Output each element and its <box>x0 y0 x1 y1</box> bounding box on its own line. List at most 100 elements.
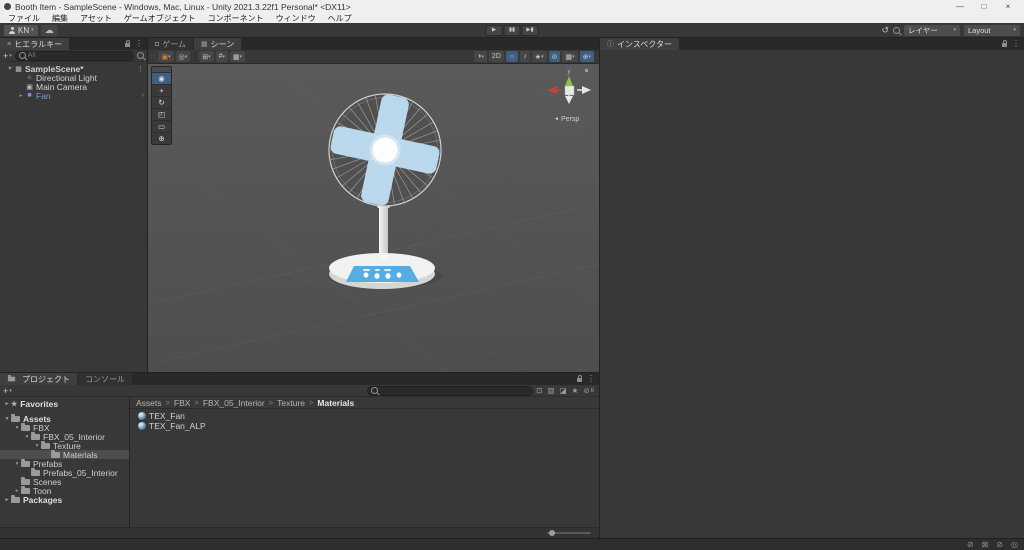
draw-mode-button[interactable]: ◑ ▾ <box>474 51 487 62</box>
folder-item-favorites[interactable]: ▸ ★ Favorites <box>0 399 129 409</box>
grid-visibility-button[interactable]: ▦ ▾ <box>562 51 578 62</box>
audio-toggle[interactable]: ♪ <box>520 51 530 62</box>
rect-tool[interactable]: ▭ <box>152 121 171 133</box>
expand-arrow-icon[interactable]: ▾ <box>13 425 21 431</box>
persp-label[interactable]: Persp <box>561 116 579 123</box>
expand-arrow-icon[interactable]: ▸ <box>3 497 11 503</box>
menu-item-m0[interactable]: ファイル <box>2 13 46 24</box>
folder-item-toon[interactable]: ▸ Toon <box>0 485 129 496</box>
undo-history-button[interactable]: ↺ <box>881 25 889 36</box>
expand-arrow-icon[interactable]: ▸ <box>3 401 11 407</box>
search-by-label-icon[interactable]: ◪ <box>560 386 567 395</box>
create-button[interactable]: + ▾ <box>3 386 12 396</box>
scene-viewport[interactable]: y x ◄ Persp ◉ + ↻ ◰ ▭ ⊕ <box>148 64 599 372</box>
menu-item-m1[interactable]: 編集 <box>46 13 74 24</box>
expand-arrow-icon[interactable]: ▼ <box>6 66 14 72</box>
hierarchy-search-field[interactable] <box>14 50 134 61</box>
account-button[interactable]: KN ▾ <box>4 24 38 36</box>
search-filter-icon[interactable] <box>137 52 144 59</box>
kebab-menu-icon[interactable]: ⋮ <box>587 375 595 383</box>
pause-button[interactable]: ▮▮ <box>503 24 521 36</box>
breadcrumb-item-fbx-05-interior[interactable]: FBX_05_Interior <box>203 398 265 408</box>
tab-game[interactable]: ◘ ゲーム <box>148 38 193 50</box>
background-tasks-icon[interactable]: ◎ <box>1011 540 1018 549</box>
lock-icon[interactable] <box>1002 40 1007 47</box>
console-message-icon[interactable]: ⊘ <box>967 540 974 549</box>
breadcrumb-item-texture[interactable]: Texture <box>277 398 305 408</box>
move-tool[interactable]: + <box>152 85 171 97</box>
layout-dropdown[interactable]: Layout ▾ <box>964 24 1020 36</box>
tab-project[interactable]: プロジェクト <box>0 373 77 385</box>
search-by-type-icon[interactable]: ⊡ <box>536 386 542 395</box>
layers-dropdown[interactable]: レイヤー ▾ <box>904 24 960 36</box>
expand-arrow-icon[interactable]: ▾ <box>23 434 31 440</box>
step-button[interactable]: ▶▮ <box>521 24 539 36</box>
hierarchy-item-main-camera[interactable]: ▣ Main Camera <box>0 82 147 92</box>
tab-scene[interactable]: ▦ シーン <box>194 38 242 50</box>
transform-tool[interactable]: ⊕ <box>152 133 171 144</box>
expand-arrow-icon[interactable]: ▸ <box>13 488 21 494</box>
folder-item-materials[interactable]: Materials <box>0 449 129 460</box>
search-icon[interactable] <box>893 26 900 34</box>
increment-snap-button[interactable]: # ▾ <box>215 51 229 62</box>
project-search-field[interactable] <box>367 385 534 396</box>
menu-item-m2[interactable]: アセット <box>74 13 118 24</box>
folder-item-scenes[interactable]: Scenes <box>0 476 129 487</box>
expand-arrow-icon[interactable]: ▾ <box>13 461 21 467</box>
lock-icon[interactable] <box>577 375 582 382</box>
zoom-slider[interactable] <box>547 530 591 536</box>
kebab-menu-icon[interactable]: ⋮ <box>137 65 144 73</box>
folder-item-assets[interactable]: ▾ Assets <box>0 413 129 424</box>
play-button[interactable]: ▶ <box>485 24 503 36</box>
folder-item-packages[interactable]: ▸ Packages <box>0 494 129 505</box>
tab-inspector[interactable]: ⓘ インスペクター <box>600 38 679 50</box>
tab-console[interactable]: コンソール <box>78 373 132 385</box>
hierarchy-item-fan[interactable]: ▸ ■ Fan › <box>0 91 147 101</box>
tool-settings-button[interactable]: ▣ ▾ <box>158 51 174 62</box>
expand-arrow-icon[interactable]: ▾ <box>3 416 11 422</box>
asset-item-tex-fan-alp[interactable]: TEX_Fan_ALP <box>130 421 599 431</box>
scale-tool[interactable]: ◰ <box>152 109 171 121</box>
lock-icon[interactable] <box>125 40 130 47</box>
breadcrumb-item-fbx[interactable]: FBX <box>174 398 191 408</box>
kebab-menu-icon[interactable]: ⋮ <box>1012 40 1020 48</box>
zoom-slider-knob[interactable] <box>549 530 555 536</box>
scene-visibility-toggle[interactable]: ⊘ <box>548 51 561 62</box>
breadcrumb-item-materials[interactable]: Materials <box>317 398 354 408</box>
view-tool[interactable]: ◉ <box>152 73 171 85</box>
expand-arrow-icon[interactable]: ▾ <box>33 443 41 449</box>
overlay-menu-icon[interactable] <box>585 69 588 72</box>
menu-item-m5[interactable]: ウィンドウ <box>270 13 322 24</box>
overlay-drag-handle[interactable]: ∷ <box>151 53 155 61</box>
kebab-menu-icon[interactable]: ⋮ <box>135 40 143 48</box>
expand-arrow-icon[interactable]: ▸ <box>17 93 25 99</box>
project-search-input[interactable] <box>380 387 530 394</box>
console-error-icon[interactable]: ⊘ <box>996 540 1003 549</box>
menu-item-m4[interactable]: コンポーネント <box>202 13 270 24</box>
gizmos-toggle[interactable]: ⊕ ▾ <box>579 51 594 62</box>
hierarchy-search-input[interactable] <box>27 52 130 59</box>
pivot-orientation-button[interactable]: ◎ ▾ <box>175 51 191 62</box>
lighting-toggle[interactable]: ☼ <box>505 51 519 62</box>
menu-item-m6[interactable]: ヘルプ <box>322 13 358 24</box>
save-search-icon[interactable]: ★ <box>572 386 579 395</box>
search-by-package-icon[interactable]: ▧ <box>547 386 554 395</box>
asset-item-tex-fan[interactable]: TEX_Fan <box>130 411 599 421</box>
breadcrumb-item-assets[interactable]: Assets <box>136 398 162 408</box>
close-button[interactable]: × <box>996 0 1020 13</box>
grid-snapping-button[interactable]: ⊞ ▾ <box>199 51 214 62</box>
maximize-button[interactable]: □ <box>972 0 996 13</box>
menu-item-m3[interactable]: ゲームオブジェクト <box>118 13 202 24</box>
rotate-tool[interactable]: ↻ <box>152 97 171 109</box>
tab-hierarchy[interactable]: ≡ ヒエラルキー <box>0 38 70 50</box>
effects-button[interactable]: ★ ▾ <box>531 51 547 62</box>
snap-settings-button[interactable]: ▦ ▾ <box>230 51 246 62</box>
create-button[interactable]: + ▾ <box>3 51 12 61</box>
minimize-button[interactable]: — <box>948 0 972 13</box>
hidden-packages-icon[interactable]: ⊘ 6 <box>583 386 594 395</box>
cloud-button[interactable]: ☁ <box>40 24 58 36</box>
2d-toggle[interactable]: 2D <box>488 51 504 62</box>
folder-item-prefabs-05-interior[interactable]: Prefabs_05_Interior <box>0 467 129 478</box>
chevron-right-icon[interactable]: › <box>142 92 144 99</box>
console-warning-icon[interactable]: ⊠ <box>982 540 989 549</box>
